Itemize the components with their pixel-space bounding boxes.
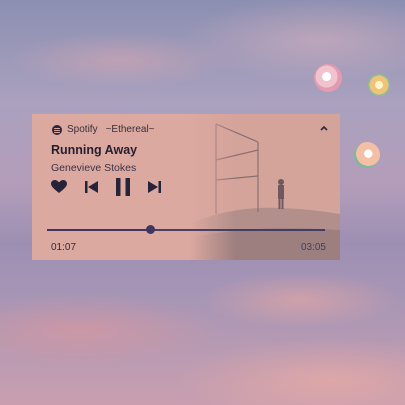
elapsed-time: 01:07: [51, 242, 77, 253]
progress-fill: [47, 229, 150, 231]
player-header: Spotify ~Ethereal~: [52, 124, 155, 135]
total-duration: 03:05: [300, 242, 326, 253]
media-player-widget[interactable]: Spotify ~Ethereal~ Running Away Geneviev…: [32, 114, 340, 260]
playlist-name: ~Ethereal~: [105, 124, 155, 135]
progress-bar[interactable]: [47, 225, 325, 234]
progress-handle[interactable]: [145, 225, 155, 234]
pause-icon[interactable]: [116, 178, 130, 196]
rose-sticker: [354, 142, 380, 168]
album-art: [190, 114, 340, 260]
skip-previous-icon[interactable]: [85, 181, 98, 193]
collapse-button[interactable]: [320, 123, 328, 134]
track-title: Running Away: [51, 143, 138, 157]
skip-next-icon[interactable]: [148, 181, 161, 193]
app-name: Spotify: [67, 124, 98, 135]
track-artist: Genevieve Stokes: [51, 162, 137, 174]
playback-controls: [51, 178, 161, 196]
spotify-icon: [52, 124, 62, 135]
rose-sticker: [368, 74, 390, 96]
heart-icon[interactable]: [51, 180, 67, 194]
rose-sticker: [314, 64, 342, 92]
chevron-up-icon: [320, 125, 328, 131]
